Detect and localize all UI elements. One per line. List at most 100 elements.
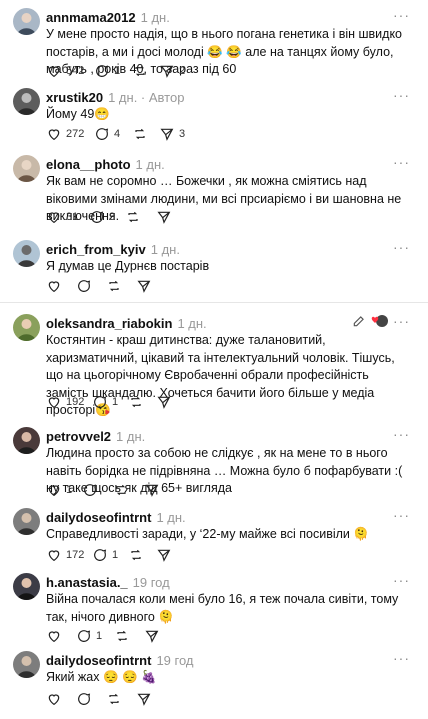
reply-button[interactable]: 4	[94, 126, 120, 142]
username[interactable]: h.anastasia._	[46, 575, 128, 590]
share-button[interactable]	[156, 394, 172, 410]
heart-icon	[48, 66, 60, 78]
repost-icon	[128, 211, 138, 223]
reply-button[interactable]	[76, 278, 92, 294]
like-button[interactable]: 31	[46, 209, 78, 225]
more-dots-icon[interactable]: ···	[393, 427, 410, 441]
avatar[interactable]	[13, 155, 40, 182]
comment-text: Справедливості заради, у ‘22-му майже вс…	[46, 527, 369, 541]
share-button[interactable]	[136, 278, 152, 294]
share-button[interactable]: 2	[159, 63, 185, 79]
like-button[interactable]: 172	[46, 547, 84, 563]
username[interactable]: dailydoseofintrnt	[46, 653, 151, 668]
comment-icon	[94, 396, 107, 408]
avatar[interactable]	[13, 508, 40, 535]
avatar[interactable]	[13, 651, 40, 678]
like-button[interactable]	[46, 691, 62, 707]
repost-button[interactable]	[106, 278, 122, 294]
repost-button[interactable]	[132, 126, 148, 142]
like-button[interactable]: 272	[46, 126, 84, 142]
repost-icon	[131, 396, 141, 408]
like-count: 31	[66, 211, 79, 223]
send-icon	[137, 280, 151, 293]
reply-button[interactable]	[82, 482, 98, 498]
reply-count: 1	[114, 65, 121, 77]
like-button[interactable]	[46, 628, 62, 644]
like-button[interactable]: 1	[46, 482, 72, 498]
avatar[interactable]	[13, 88, 40, 115]
heart-icon	[48, 397, 60, 409]
reply-button[interactable]: 3	[89, 209, 115, 225]
comment-text: Війна почалася коли мені було 16, я теж …	[46, 592, 399, 624]
repost-icon	[131, 549, 141, 561]
pencil-icon[interactable]	[352, 314, 366, 333]
heart-icon	[48, 129, 60, 141]
more-dots-icon[interactable]: ···	[393, 88, 410, 102]
reply-button[interactable]	[76, 691, 92, 707]
like-count: 542	[66, 65, 85, 77]
reply-count: 3	[109, 211, 116, 223]
more-dots-icon[interactable]: ···	[393, 155, 410, 169]
more-dots-icon[interactable]: ···	[393, 8, 410, 22]
username[interactable]: petrovvel2	[46, 429, 111, 444]
more-dots-icon[interactable]: ···	[393, 314, 410, 328]
comment-header: elona__photo 1 дн.	[46, 157, 165, 173]
reply-button[interactable]: 1	[94, 63, 120, 79]
reply-count: 1	[96, 630, 103, 642]
avatar[interactable]	[13, 314, 40, 341]
comment-text: Людина просто за собою не слідкує , як н…	[46, 446, 403, 495]
comment-text: Йому 49😁	[46, 107, 110, 121]
share-button[interactable]	[144, 628, 160, 644]
comment-icon	[96, 65, 109, 77]
timestamp: 1 дн.	[177, 316, 207, 331]
reply-button[interactable]: 1	[92, 547, 118, 563]
repost-icon	[109, 693, 119, 705]
like-button[interactable]: 542	[46, 63, 84, 79]
more-dots-icon[interactable]: ···	[393, 508, 410, 522]
username[interactable]: xrustik20	[46, 90, 103, 105]
share-count: 2	[179, 65, 186, 77]
heart-icon	[48, 281, 60, 293]
avatar[interactable]	[13, 240, 40, 267]
repost-button[interactable]	[113, 482, 129, 498]
share-button[interactable]	[156, 209, 172, 225]
timestamp: 1 дн.	[150, 242, 180, 257]
reply-button[interactable]: 1	[76, 628, 102, 644]
repost-button[interactable]	[128, 394, 144, 410]
comment-header: h.anastasia._ 19 год	[46, 575, 170, 591]
like-button[interactable]: 192	[46, 394, 84, 410]
reply-button[interactable]: 1	[92, 394, 118, 410]
comment-text: Який жах 😔 😔 🍇	[46, 670, 157, 684]
username[interactable]: annmama2012	[46, 10, 136, 25]
more-dots-icon[interactable]: ···	[393, 573, 410, 587]
avatar[interactable]	[13, 427, 40, 454]
like-count: 192	[66, 396, 85, 408]
repost-button[interactable]	[106, 691, 122, 707]
send-icon	[157, 396, 171, 409]
username[interactable]: erich_from_kyiv	[46, 242, 146, 257]
like-button[interactable]	[46, 278, 62, 294]
repost-icon	[109, 280, 119, 292]
username[interactable]: oleksandra_riabokin	[46, 316, 172, 331]
repost-button[interactable]	[132, 63, 148, 79]
repost-button[interactable]	[125, 209, 141, 225]
comment-icon	[94, 549, 107, 561]
timestamp: 19 год	[156, 653, 194, 668]
username[interactable]: elona__photo	[46, 157, 131, 172]
share-button[interactable]	[144, 482, 160, 498]
share-button[interactable]	[136, 691, 152, 707]
repost-button[interactable]	[114, 628, 130, 644]
more-dots-icon[interactable]: ···	[393, 240, 410, 254]
repost-button[interactable]	[128, 547, 144, 563]
more-dots-icon[interactable]: ···	[393, 651, 410, 665]
repost-icon	[135, 128, 145, 140]
avatar[interactable]	[13, 8, 40, 35]
share-button[interactable]: 3	[159, 126, 185, 142]
comment-header: xrustik20 1 дн. · Автор	[46, 90, 185, 105]
timestamp: 1 дн.	[116, 429, 146, 444]
avatar[interactable]	[13, 573, 40, 600]
send-icon	[137, 693, 151, 706]
reply-count: 1	[112, 396, 119, 408]
share-button[interactable]	[156, 547, 172, 563]
username[interactable]: dailydoseofintrnt	[46, 510, 151, 525]
